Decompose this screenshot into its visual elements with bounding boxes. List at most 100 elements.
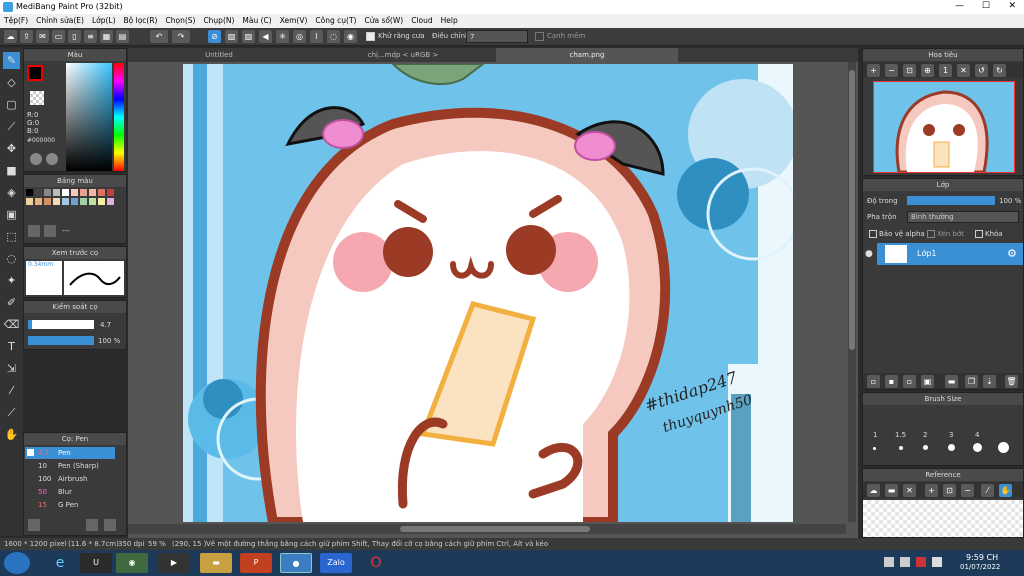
brush-size-option-4[interactable]: 4 (975, 431, 979, 439)
menu-color[interactable]: Màu (C) (238, 14, 275, 28)
page2-icon[interactable]: ▤ (116, 30, 129, 43)
close-icon[interactable]: ✕ (1008, 1, 1016, 11)
menu-view[interactable]: Xem(V) (276, 14, 312, 28)
vertical-scrollbar[interactable] (848, 62, 856, 522)
ref-fit-icon[interactable]: ⊡ (943, 484, 956, 497)
fill-tool-icon[interactable]: ■ (3, 162, 20, 179)
color-wheel-icon[interactable] (30, 153, 42, 165)
add-brush-icon[interactable] (28, 519, 40, 531)
brush-size-2[interactable]: 100 (38, 475, 51, 483)
antialias-checkbox[interactable] (366, 32, 375, 41)
brush-name-4[interactable]: G Pen (58, 501, 78, 509)
move-tool-icon[interactable]: ✥ (3, 140, 20, 157)
ref-open-icon[interactable]: ▬ (885, 484, 898, 497)
comment-icon[interactable]: ▭ (52, 30, 65, 43)
add-color-icon[interactable] (28, 225, 40, 237)
brush-dot-c[interactable] (923, 445, 928, 450)
brush-dot-d[interactable] (948, 444, 955, 451)
ref-cloud-icon[interactable]: ☁ (867, 484, 880, 497)
palette-swatch[interactable] (53, 198, 60, 205)
merge-layer-icon[interactable]: ⇣ (983, 375, 996, 388)
menu-select[interactable]: Chọn(S) (161, 14, 199, 28)
tray-icon-b[interactable] (900, 557, 910, 567)
explorer-icon[interactable]: ▬ (200, 553, 232, 573)
snap-cross-icon[interactable]: ▨ (242, 30, 255, 43)
zalo-icon[interactable]: Zalo (320, 553, 352, 573)
palette-swatch[interactable] (26, 198, 33, 205)
brush-settings-icon[interactable] (86, 519, 98, 531)
menu-help[interactable]: Help (437, 14, 462, 28)
palette-swatch[interactable] (107, 189, 114, 196)
palette-swatch[interactable] (89, 189, 96, 196)
fit-icon[interactable]: ⊡ (903, 64, 916, 77)
palette-swatch[interactable] (44, 198, 51, 205)
snap-circle-icon[interactable]: ◎ (293, 30, 306, 43)
fg-color-swatch[interactable] (27, 65, 43, 81)
palette-swatch[interactable] (98, 198, 105, 205)
menu-edit[interactable]: Chỉnh sửa(E) (32, 14, 88, 28)
palette-swatch[interactable] (98, 189, 105, 196)
menu-layer[interactable]: Lớp(L) (88, 14, 120, 28)
palette-swatch[interactable] (71, 189, 78, 196)
brush-size-0[interactable]: 4.7 (38, 449, 49, 457)
new-layer-icon[interactable]: ▫ (867, 375, 880, 388)
upload-icon[interactable]: ⇪ (20, 30, 33, 43)
text-tool-icon[interactable]: T (3, 338, 20, 355)
snap-radial-icon[interactable]: ✳ (276, 30, 289, 43)
ref-hand-icon[interactable]: ✋ (999, 484, 1012, 497)
hand-tool-icon[interactable]: ✋ (3, 426, 20, 443)
menu-window[interactable]: Cửa sổ(W) (360, 14, 407, 28)
snap-curve-icon[interactable]: ⌇ (310, 30, 323, 43)
rotate-right-icon[interactable]: ↻ (993, 64, 1006, 77)
medibang-task-icon[interactable]: ● (280, 553, 312, 573)
layer-settings-icon[interactable]: ⚙ (1007, 247, 1017, 260)
menu-snap[interactable]: Chụp(N) (199, 14, 238, 28)
new-folder-icon[interactable]: ▬ (945, 375, 958, 388)
dot-pen-icon[interactable]: ⟋ (3, 118, 20, 135)
palette-swatch[interactable] (80, 198, 87, 205)
brush-dot-e[interactable] (973, 443, 982, 452)
operation-tool-icon[interactable]: ⇲ (3, 360, 20, 377)
transparent-swatch[interactable] (30, 91, 44, 105)
magic-wand-icon[interactable]: ✦ (3, 272, 20, 289)
snap-ring-icon[interactable]: ◌ (327, 30, 340, 43)
tray-icon-d[interactable] (932, 557, 942, 567)
brush-size-option-1[interactable]: 1 (873, 431, 877, 439)
palette-swatch[interactable] (44, 189, 51, 196)
layer-visibility-icon[interactable]: ● (865, 249, 873, 259)
tab-cham[interactable]: cham.png (496, 48, 678, 62)
grid-icon[interactable]: ▦ (100, 30, 113, 43)
media-icon[interactable]: ▶ (158, 553, 190, 573)
divide-tool-icon[interactable]: ⟋ (3, 404, 20, 421)
new-8bit-layer-icon[interactable]: ▪ (885, 375, 898, 388)
new-halftone-layer-icon[interactable]: ▣ (921, 375, 934, 388)
navigator-thumbnail[interactable] (873, 81, 1015, 174)
select-tool-icon[interactable]: ⬚ (3, 228, 20, 245)
snap-vanish-icon[interactable]: ◀ (259, 30, 272, 43)
chat-icon[interactable]: ✉ (36, 30, 49, 43)
palette-swatch[interactable] (35, 189, 42, 196)
rotate-left-icon[interactable]: ↺ (975, 64, 988, 77)
drawing-canvas[interactable]: #thidap247 thuyquynh50 (183, 64, 793, 522)
start-button[interactable] (4, 552, 30, 574)
protect-alpha-checkbox[interactable] (869, 230, 877, 238)
tray-icon-a[interactable] (884, 557, 894, 567)
page-icon[interactable]: ▯ (68, 30, 81, 43)
palette-swatch[interactable] (89, 198, 96, 205)
minimize-icon[interactable]: — (955, 1, 964, 11)
tab-untitled[interactable]: Untitled (128, 48, 310, 62)
palette-swatch[interactable] (107, 198, 114, 205)
palette-swatch[interactable] (71, 198, 78, 205)
snap-concentric-icon[interactable]: ◉ (344, 30, 357, 43)
brush-size-option-3[interactable]: 3 (949, 431, 953, 439)
brush-size-option-1-5[interactable]: 1.5 (895, 431, 906, 439)
palette-swatch[interactable] (62, 189, 69, 196)
bucket-tool-icon[interactable]: ◈ (3, 184, 20, 201)
delete-color-icon[interactable] (44, 225, 56, 237)
flip-icon[interactable]: ✕ (957, 64, 970, 77)
reference-viewer[interactable] (863, 500, 1023, 537)
size-slider[interactable] (28, 320, 94, 329)
layer-row[interactable]: Lớp1 ⚙ (877, 243, 1023, 265)
eyedropper-icon[interactable]: ⁄ (3, 382, 20, 399)
gradient-tool-icon[interactable]: ▣ (3, 206, 20, 223)
